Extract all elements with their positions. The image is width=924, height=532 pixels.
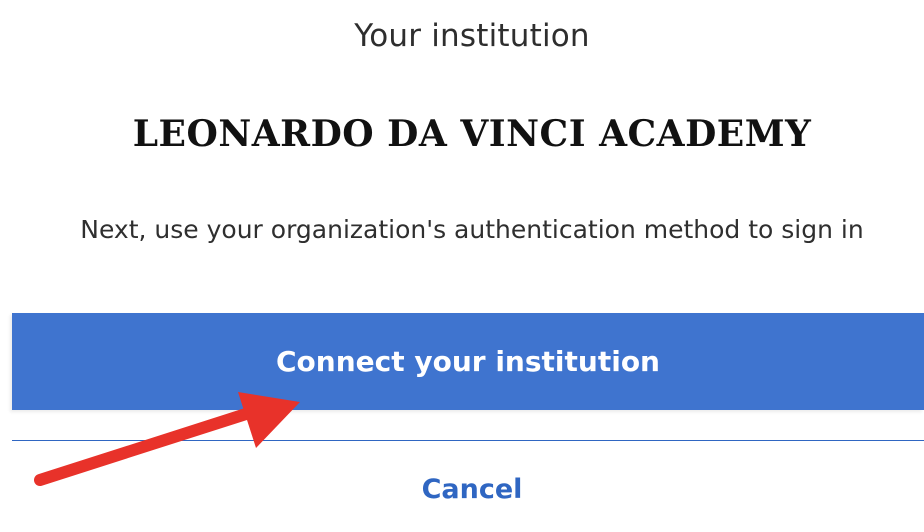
connect-institution-label: Connect your institution <box>275 345 660 378</box>
red-arrow-icon <box>34 392 300 486</box>
section-heading: Your institution <box>354 18 590 54</box>
cancel-link[interactable]: Cancel <box>0 474 924 505</box>
connect-institution-button[interactable]: Connect your institution <box>12 313 924 410</box>
institution-name: LEONARDO DA VINCI ACADEMY <box>132 113 812 155</box>
arrow-shaft <box>34 408 252 486</box>
sign-in-instruction: Next, use your organization's authentica… <box>80 215 864 244</box>
divider <box>12 440 924 441</box>
